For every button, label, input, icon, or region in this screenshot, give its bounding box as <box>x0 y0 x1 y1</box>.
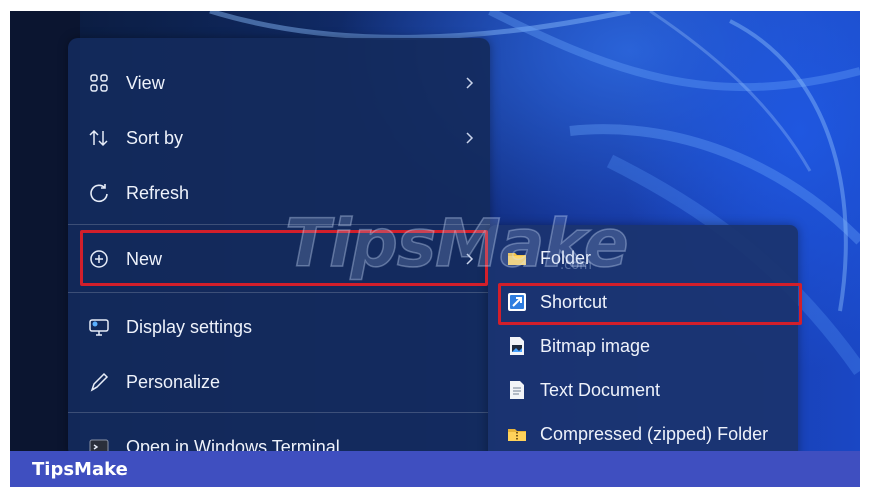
menu-item-label: Refresh <box>126 182 190 203</box>
submenu-item-label: Text Document <box>540 379 661 400</box>
menu-separator <box>68 412 490 413</box>
sort-arrows-icon <box>88 127 110 149</box>
menu-item-display-settings[interactable]: Display settings <box>68 304 490 350</box>
submenu-item-bitmap-image[interactable]: Bitmap image <box>488 325 798 367</box>
menu-item-label: Display settings <box>126 316 253 337</box>
menu-item-personalize[interactable]: Personalize <box>68 359 490 405</box>
pen-icon <box>88 371 110 393</box>
menu-item-label: Personalize <box>126 371 221 392</box>
menu-item-sort-by[interactable]: Sort by <box>68 115 490 161</box>
refresh-icon <box>88 182 110 204</box>
bitmap-image-icon <box>510 337 524 355</box>
watermark-suffix: .com <box>560 258 592 273</box>
highlight-shortcut <box>498 283 802 325</box>
submenu-item-compressed-folder[interactable]: Compressed (zipped) Folder <box>488 413 798 455</box>
zip-folder-icon <box>508 429 526 441</box>
submenu-item-text-document[interactable]: Text Document <box>488 369 798 411</box>
footer-brand: TipsMake <box>32 458 128 480</box>
submenu-item-label: Compressed (zipped) Folder <box>540 423 769 444</box>
display-settings-icon <box>88 316 110 338</box>
grid-view-icon <box>88 72 110 94</box>
chevron-right-icon <box>466 132 474 144</box>
text-document-icon <box>510 381 524 399</box>
chevron-right-icon <box>466 77 474 89</box>
menu-item-label: View <box>126 72 165 93</box>
menu-item-view[interactable]: View <box>68 60 490 106</box>
footer-bar: TipsMake <box>10 451 860 487</box>
menu-separator <box>68 292 490 293</box>
submenu-item-label: Bitmap image <box>540 335 651 356</box>
menu-item-label: Sort by <box>126 127 184 148</box>
